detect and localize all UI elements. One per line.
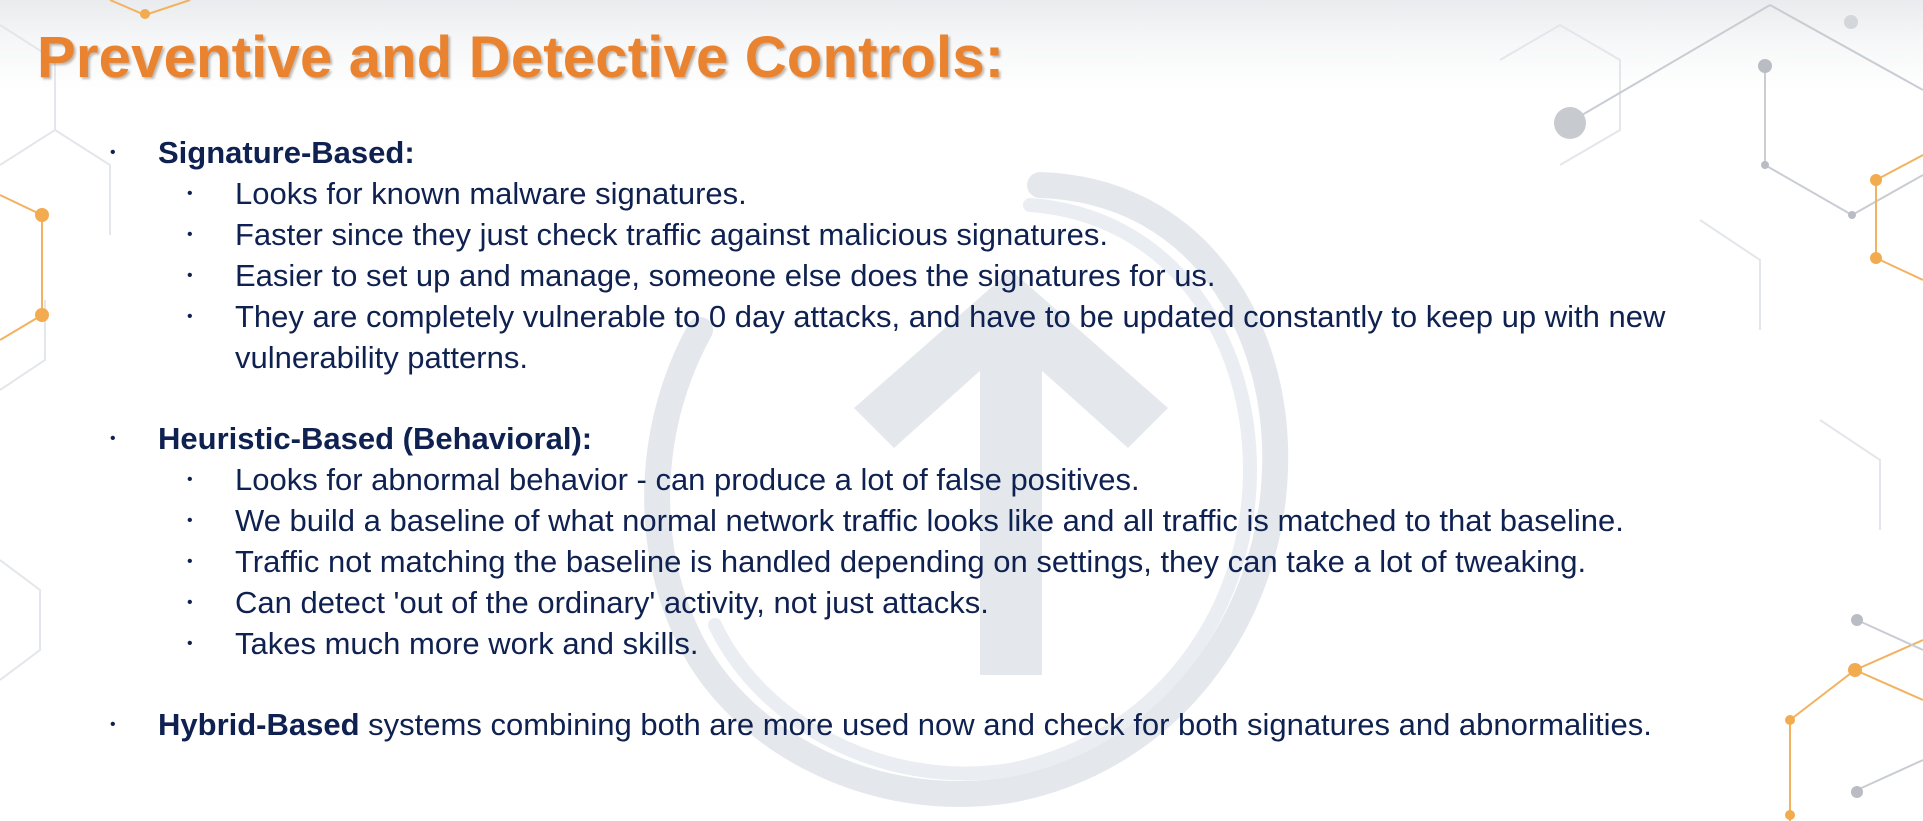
signature-heading: Signature-Based:: [158, 135, 415, 170]
signature-item: Easier to set up and manage, someone els…: [235, 258, 1216, 293]
heuristic-item: Traffic not matching the baseline is han…: [235, 544, 1587, 579]
bullet-marker: •: [187, 185, 193, 202]
hybrid-heading: Hybrid-Based: [158, 707, 360, 742]
bullet-marker: •: [187, 553, 193, 570]
signature-item: Looks for known malware signatures.: [235, 176, 747, 211]
bullet-marker: •: [187, 594, 193, 611]
bullet-marker: •: [110, 716, 116, 733]
heuristic-item: Looks for abnormal behavior - can produc…: [235, 462, 1140, 497]
bullet-marker: •: [187, 512, 193, 529]
bullet-marker: •: [110, 430, 116, 447]
bullet-marker: •: [187, 635, 193, 652]
hybrid-text: systems combining both are more used now…: [359, 707, 1652, 742]
signature-item: Faster since they just check traffic aga…: [235, 217, 1108, 252]
heuristic-item: We build a baseline of what normal netwo…: [235, 503, 1624, 538]
bullet-marker: •: [110, 144, 116, 161]
hybrid-line: Hybrid-Based systems combining both are …: [158, 704, 1652, 745]
signature-item: They are completely vulnerable to 0 day …: [235, 299, 1666, 334]
bullet-list: • Signature-Based: • Looks for known mal…: [0, 0, 1923, 821]
bullet-marker: •: [187, 267, 193, 284]
bullet-marker: •: [187, 308, 193, 325]
bullet-marker: •: [187, 471, 193, 488]
heuristic-heading: Heuristic-Based (Behavioral):: [158, 421, 593, 456]
heuristic-item: Takes much more work and skills.: [235, 626, 699, 661]
heuristic-item: Can detect 'out of the ordinary' activit…: [235, 585, 989, 620]
signature-item-continuation: vulnerability patterns.: [235, 340, 528, 375]
bullet-marker: •: [187, 226, 193, 243]
